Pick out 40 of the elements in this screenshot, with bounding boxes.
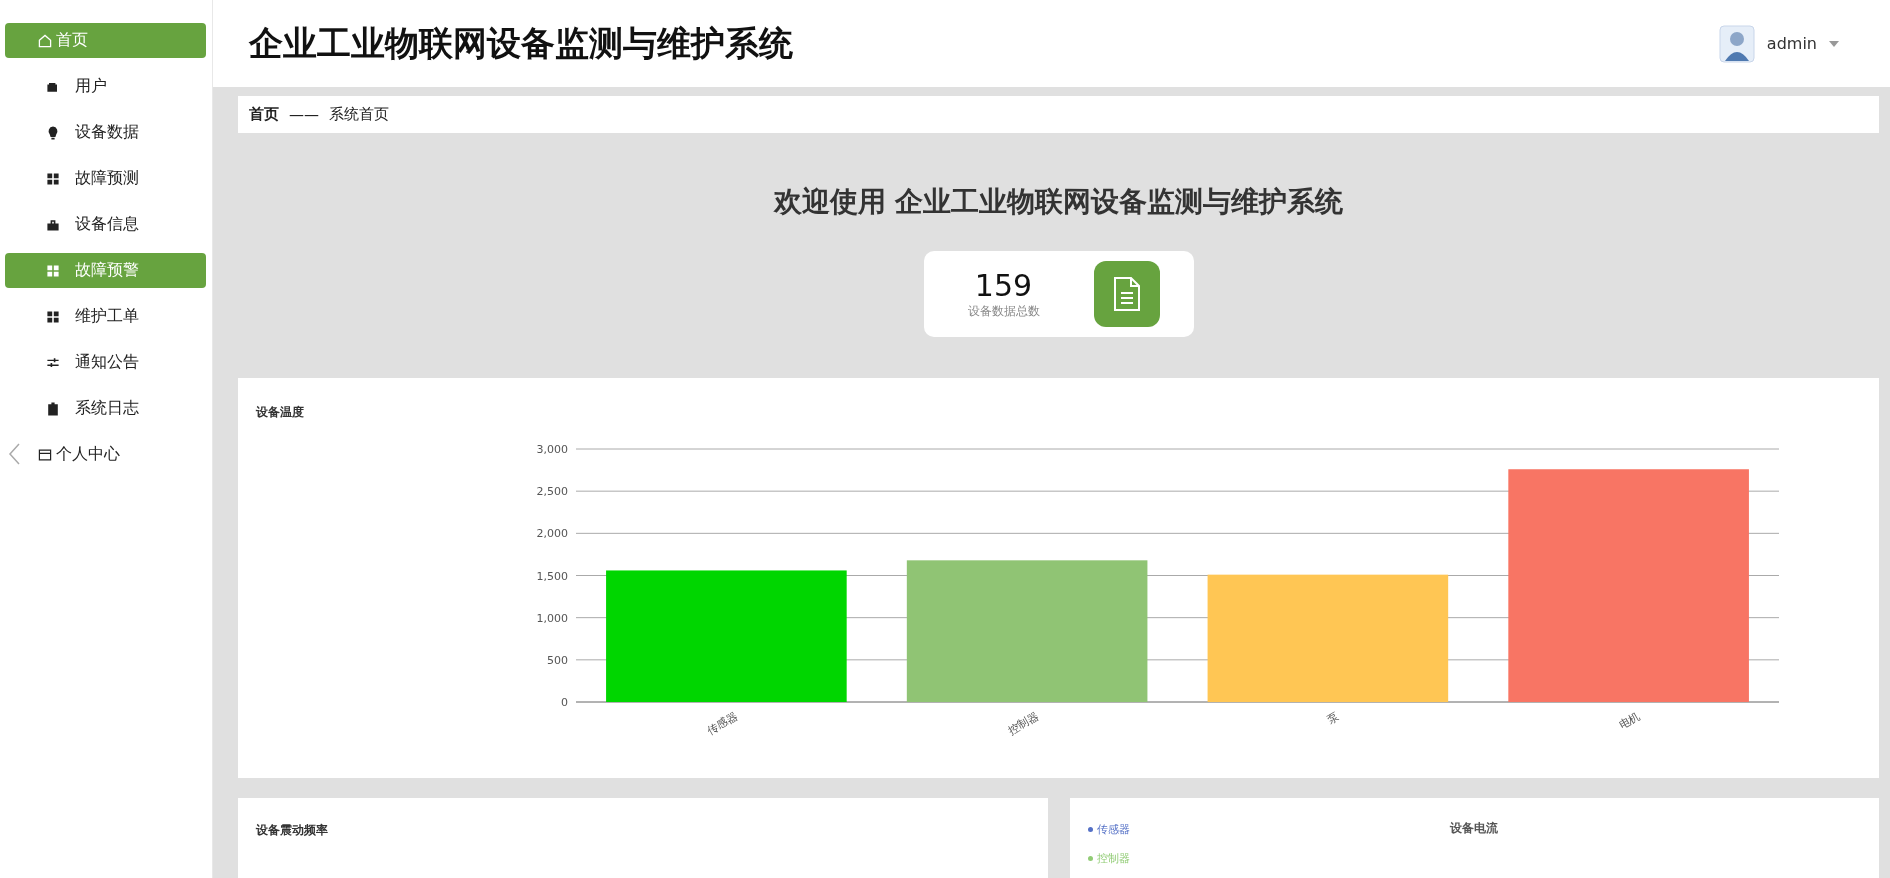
welcome-heading: 欢迎使用 企业工业物联网设备监测与维护系统 [772, 184, 1345, 220]
axis-tick-label: 0 [561, 696, 568, 709]
axis-tick-label: 500 [547, 653, 568, 667]
grid-icon [45, 262, 61, 279]
category-label: 传感器 [704, 709, 740, 738]
clipboard-icon [45, 400, 61, 417]
axis-tick-label: 2,000 [536, 527, 568, 541]
grid-icon [45, 170, 61, 187]
sidebar-item[interactable]: 个人中心 [5, 437, 206, 472]
category-label: 泵 [1325, 709, 1342, 727]
username[interactable]: admin [1766, 34, 1817, 53]
axis-tick-label: 1,500 [536, 569, 568, 583]
breadcrumb-current: 系统首页 [329, 105, 389, 124]
sidebar-item[interactable]: 故障预测 [5, 161, 206, 196]
breadcrumb-link[interactable]: 首页 [249, 105, 279, 124]
avatar-icon[interactable] [1718, 24, 1755, 63]
chart-title: 设备温度 [256, 404, 305, 421]
chart-title: 设备震动频率 [256, 822, 329, 839]
chevron-left-icon[interactable] [7, 442, 23, 466]
sidebar-item[interactable]: 设备信息 [5, 207, 206, 242]
sidebar-item[interactable]: 用户 [5, 69, 206, 104]
category-label: 控制器 [1005, 709, 1041, 738]
category-label: 电机 [1616, 709, 1643, 732]
chart-title: 设备电流 [1450, 820, 1499, 837]
grid-icon [45, 308, 61, 325]
axis-tick-label: 2,500 [536, 485, 568, 499]
sidebar-item[interactable]: 系统日志 [5, 391, 206, 426]
app-title: 企业工业物联网设备监测与维护系统 [249, 21, 793, 65]
sidebar-item[interactable]: 通知公告 [5, 345, 206, 380]
document-icon [1093, 261, 1160, 327]
breadcrumb-separator: —— [289, 105, 319, 124]
caret-down-icon[interactable] [1829, 40, 1839, 47]
home-icon [37, 32, 53, 49]
stat-label: 设备数据总数 [967, 303, 1040, 320]
sidebar-item[interactable]: 维护工单 [5, 299, 206, 334]
legend-label[interactable]: 传感器 [1096, 822, 1130, 837]
stat-value: 159 [974, 268, 1033, 303]
axis-tick-label: 1,000 [536, 611, 568, 625]
sidebar-item[interactable]: 设备数据 [5, 115, 206, 150]
axis-tick-label: 3,000 [536, 443, 568, 456]
